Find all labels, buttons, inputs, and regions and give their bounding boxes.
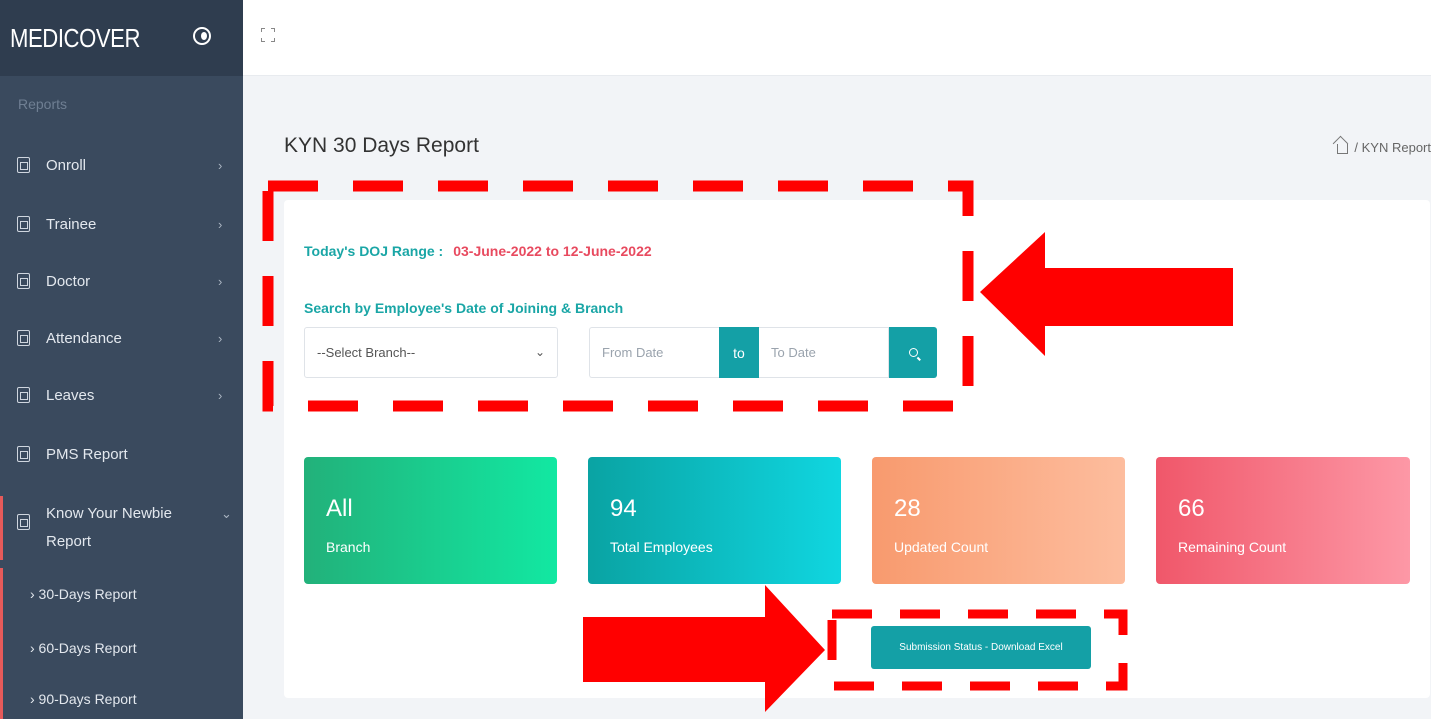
breadcrumb: / KYN Report (1337, 140, 1431, 155)
doj-range: Today's DOJ Range : 03-June-2022 to 12-Ju… (304, 243, 652, 259)
chevron-down-icon: ⌄ (221, 506, 232, 521)
file-icon (17, 446, 30, 462)
to-separator: to (719, 327, 759, 378)
sidebar-item-leaves[interactable]: Leaves › (0, 373, 243, 417)
download-excel-button[interactable]: Submission Status - Download Excel (871, 626, 1091, 669)
file-icon (17, 216, 30, 232)
stat-value: 28 (894, 495, 921, 522)
stat-label: Total Employees (610, 539, 713, 555)
chevron-right-icon: › (218, 157, 223, 173)
branch-select-value: --Select Branch-- (317, 345, 416, 360)
file-icon (17, 514, 30, 530)
stat-value: 94 (610, 495, 637, 522)
stat-value: All (326, 495, 353, 522)
stat-label: Branch (326, 539, 371, 555)
sidebar: MEDICOVER Reports Onroll › Trainee › Doc… (0, 0, 243, 719)
topbar (243, 0, 1431, 76)
brand-logo: MEDICOVER (10, 22, 141, 53)
chevron-down-icon: ⌄ (534, 345, 545, 359)
doj-range-label: Today's DOJ Range : (304, 243, 444, 259)
chevron-right-icon: › (218, 330, 223, 346)
fullscreen-icon[interactable] (261, 28, 275, 42)
stat-updated-count: 28 Updated Count (872, 457, 1125, 584)
sidebar-item-onroll[interactable]: Onroll › (0, 143, 243, 187)
stat-label: Updated Count (894, 539, 989, 555)
sidebar-item-label: Trainee (46, 215, 97, 233)
chevron-right-icon: › (218, 216, 223, 232)
search-button[interactable] (889, 327, 937, 378)
file-icon (17, 387, 30, 403)
search-icon (908, 348, 918, 357)
stat-branch: All Branch (304, 457, 557, 584)
sidebar-item-label: Doctor (46, 272, 91, 290)
sidebar-item-label: Onroll (46, 156, 87, 174)
from-date-input[interactable]: From Date (589, 327, 719, 378)
sidebar-item-attendance[interactable]: Attendance › (0, 316, 243, 360)
stat-value: 66 (1178, 495, 1205, 522)
sidebar-item-label: PMS Report (46, 445, 128, 463)
to-date-input[interactable]: To Date (759, 327, 889, 378)
sidebar-item-label: Leaves (46, 386, 95, 404)
report-card (284, 200, 1430, 698)
sidebar-item-trainee[interactable]: Trainee › (0, 202, 243, 246)
submenu-60-days-report[interactable]: › 60-Days Report (30, 640, 137, 656)
chevron-right-icon: › (218, 387, 223, 403)
stat-total-employees: 94 Total Employees (588, 457, 841, 584)
file-icon (17, 273, 30, 289)
file-icon (17, 330, 30, 346)
sidebar-section-reports: Reports (18, 96, 68, 112)
doj-range-value: 03-June-2022 to 12-June-2022 (453, 243, 652, 259)
sidebar-item-doctor[interactable]: Doctor › (0, 259, 243, 303)
breadcrumb-current: / KYN Report (1354, 140, 1431, 155)
file-icon (17, 157, 30, 173)
chevron-right-icon: › (218, 273, 223, 289)
submenu-90-days-report[interactable]: › 90-Days Report (30, 691, 137, 707)
sidebar-toggle-icon[interactable] (193, 27, 211, 45)
sidebar-item-label: Know Your Newbie Report (46, 505, 172, 550)
sidebar-item-know-your-newbie[interactable]: Know Your Newbie Report ⌄ (0, 496, 243, 560)
page-title: KYN 30 Days Report (284, 134, 479, 157)
stat-label: Remaining Count (1178, 539, 1287, 555)
branch-select[interactable]: --Select Branch-- ⌄ (304, 327, 558, 378)
stat-remaining-count: 66 Remaining Count (1156, 457, 1410, 584)
active-indicator (0, 568, 3, 719)
home-icon[interactable] (1337, 144, 1349, 154)
submenu-30-days-report[interactable]: › 30-Days Report (30, 586, 137, 602)
sidebar-item-label: Attendance (46, 329, 122, 347)
search-label: Search by Employee's Date of Joining & B… (304, 300, 624, 316)
sidebar-item-pms-report[interactable]: PMS Report (0, 432, 243, 476)
